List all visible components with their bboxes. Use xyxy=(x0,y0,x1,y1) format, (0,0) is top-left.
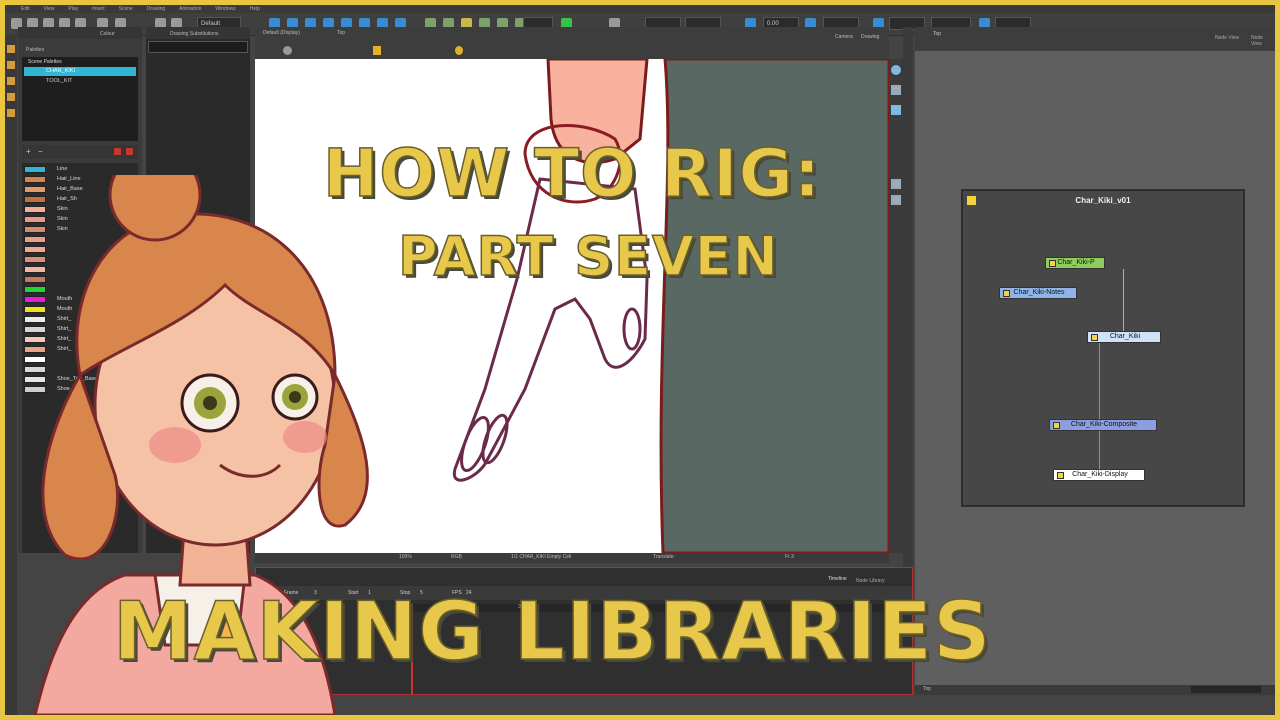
node-search-input[interactable] xyxy=(1191,686,1261,693)
display-node[interactable]: Char_Kiki-Display xyxy=(1053,469,1145,481)
palette-item-selected[interactable]: CHAR_KIKI xyxy=(24,67,136,76)
brush-tool-icon[interactable] xyxy=(7,45,15,53)
camera-view-tab[interactable]: Default (Display) xyxy=(263,30,300,36)
camera-breadcrumb[interactable]: Top xyxy=(337,30,345,36)
camera-side-toolbar xyxy=(889,59,903,553)
title-line-2: PART SEVEN xyxy=(397,224,779,289)
layers-icon[interactable] xyxy=(891,105,901,115)
palette-item[interactable]: TOOL_KIT xyxy=(24,77,136,86)
swatch-row[interactable]: Line xyxy=(24,165,142,174)
palette-list: Scene Palettes CHAR_KIKI TOOL_KIT xyxy=(22,57,138,141)
menu-windows[interactable]: Windows xyxy=(215,5,235,13)
group-title: Char_Kiki_v01 xyxy=(1075,196,1131,205)
menu-bar: Edit View Play Insert Scene Drawing Anim… xyxy=(5,5,1275,13)
camera-tab[interactable]: Camera xyxy=(835,34,853,40)
element-link xyxy=(1099,343,1100,419)
add-colour-icon[interactable]: + xyxy=(26,147,31,156)
menu-view[interactable]: View xyxy=(44,5,55,13)
node-library-tab[interactable]: Node Library xyxy=(856,578,885,584)
lock-icon[interactable] xyxy=(373,46,381,55)
peg-link xyxy=(1123,269,1124,335)
timeline-tab[interactable]: Timeline xyxy=(828,576,847,582)
shape-tool-icon[interactable] xyxy=(7,109,15,117)
menu-drawing[interactable]: Drawing xyxy=(147,5,165,13)
node-view-toolbar: Top Node View Node View xyxy=(915,27,1275,51)
paint-tool-icon[interactable] xyxy=(7,93,15,101)
title-line-1: HOW TO RIG: xyxy=(322,134,822,213)
status-text: 1/1 CHAR_KIKI Empty Cell xyxy=(511,554,572,560)
menu-animation[interactable]: Animation xyxy=(179,5,201,13)
light-table-icon[interactable] xyxy=(891,85,901,95)
eraser-tool-icon[interactable] xyxy=(7,77,15,85)
palettes-label: Palettes xyxy=(26,47,45,53)
onion-skin-icon[interactable] xyxy=(455,46,463,55)
swatch-color xyxy=(24,166,46,173)
pencil-tool-icon[interactable] xyxy=(7,61,15,69)
view-icon[interactable] xyxy=(891,65,901,75)
peg-node[interactable]: Char_Kiki-P xyxy=(1045,257,1105,269)
node-view-tab[interactable]: Node View xyxy=(1215,35,1239,41)
swatch-name: Line xyxy=(57,166,68,172)
menu-scene[interactable]: Scene xyxy=(119,5,133,13)
notes-node[interactable]: Char_Kiki-Notes xyxy=(999,287,1077,299)
drawing-substitutions-tab[interactable]: Drawing Substitutions xyxy=(170,31,218,37)
close-icon[interactable] xyxy=(891,195,901,205)
status-frame: Fr 3 xyxy=(785,554,794,560)
camera-view-header: Default (Display) Top Camera Drawing xyxy=(255,27,889,59)
composite-node[interactable]: Char_Kiki-Composite xyxy=(1049,419,1157,431)
coat-shape xyxy=(659,59,889,553)
menu-play[interactable]: Play xyxy=(68,5,78,13)
status-mode: Translate xyxy=(653,554,674,560)
menu-edit[interactable]: Edit xyxy=(21,5,30,13)
app-window: Edit View Play Insert Scene Drawing Anim… xyxy=(5,5,1275,715)
node-breadcrumb[interactable]: Top xyxy=(933,31,941,37)
drawing-tab[interactable]: Drawing xyxy=(861,34,879,40)
finger-b xyxy=(481,413,509,465)
colour-tab[interactable]: Colour xyxy=(100,31,115,37)
scene-palettes-label: Scene Palettes xyxy=(28,59,62,65)
finger-a xyxy=(460,415,490,473)
menu-insert[interactable]: Insert xyxy=(92,5,105,13)
channel-select[interactable]: RGB xyxy=(451,554,462,560)
composite-link xyxy=(1099,431,1100,469)
finger-c xyxy=(622,307,642,351)
mask-icon[interactable] xyxy=(891,179,901,189)
swatch-color-icon[interactable] xyxy=(126,148,133,155)
menu-help[interactable]: Help xyxy=(250,5,260,13)
node-view-tab-2[interactable]: Node View xyxy=(1251,35,1275,47)
remove-colour-icon[interactable]: − xyxy=(38,147,43,156)
swatch-color-icon[interactable] xyxy=(114,148,121,155)
element-node[interactable]: Char_Kiki xyxy=(1087,331,1161,343)
gear-icon[interactable] xyxy=(283,46,292,55)
group-box[interactable]: Char_Kiki_v01 Char_Kiki-P Char_Kiki-Note… xyxy=(961,189,1245,507)
swatch-toolbar: + − xyxy=(22,145,138,159)
title-line-3: MAKING LIBRARIES xyxy=(112,584,992,679)
substitution-field[interactable] xyxy=(148,41,248,53)
node-view-footer: Top xyxy=(915,685,1275,695)
